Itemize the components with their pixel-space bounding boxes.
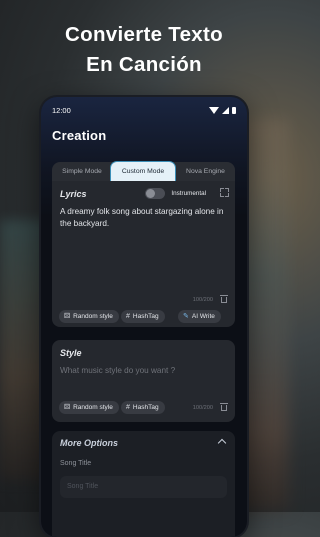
hashtag-label: HashTag bbox=[132, 313, 159, 320]
status-bar: 12:00 bbox=[52, 106, 236, 118]
tab-nova-engine[interactable]: Nova Engine bbox=[176, 162, 235, 182]
random-style-button[interactable]: ⚄ Random style bbox=[59, 401, 119, 414]
more-options-card: More Options Song Title Song Title bbox=[52, 431, 235, 537]
dice-icon: ⚄ bbox=[64, 404, 71, 411]
ai-write-icon: ✎ bbox=[183, 313, 189, 320]
random-style-button[interactable]: ⚄ Random style bbox=[59, 310, 119, 323]
ai-write-label: AI Write bbox=[191, 313, 215, 320]
hashtag-button[interactable]: # HashTag bbox=[121, 401, 165, 414]
instrumental-label: Instrumental bbox=[171, 190, 206, 197]
hashtag-button[interactable]: # HashTag bbox=[121, 310, 165, 323]
status-icons bbox=[209, 107, 236, 114]
hashtag-label: HashTag bbox=[132, 404, 159, 411]
promo-headline: Convierte Texto En Canción bbox=[0, 20, 288, 80]
lyrics-char-counter: 100/200 bbox=[192, 297, 213, 303]
headline-line-2: En Canción bbox=[86, 53, 202, 76]
page-title: Creation bbox=[52, 128, 107, 143]
dice-icon: ⚄ bbox=[64, 313, 71, 320]
style-card: Style What music style do you want ? 100… bbox=[52, 340, 235, 422]
more-options-title[interactable]: More Options bbox=[60, 438, 118, 448]
expand-icon[interactable] bbox=[220, 188, 229, 197]
signal-icon bbox=[222, 107, 229, 114]
style-input[interactable]: What music style do you want ? bbox=[60, 366, 175, 375]
random-style-label: Random style bbox=[73, 313, 113, 320]
style-char-counter: 100/200 bbox=[192, 405, 213, 411]
mode-tabs: Simple Mode Nova Engine Custom Mode bbox=[52, 161, 235, 183]
toggle-knob bbox=[146, 189, 155, 198]
song-title-input[interactable]: Song Title bbox=[60, 476, 227, 498]
battery-icon bbox=[232, 107, 236, 114]
hashtag-icon: # bbox=[126, 313, 130, 320]
phone-screen: 12:00 Creation Simple Mode Nova Engine C… bbox=[41, 97, 247, 537]
ai-write-button[interactable]: ✎ AI Write bbox=[178, 310, 221, 323]
headline-line-1: Convierte Texto bbox=[65, 23, 223, 46]
style-label: Style bbox=[60, 348, 82, 358]
song-title-label: Song Title bbox=[60, 460, 92, 467]
wifi-icon bbox=[209, 107, 219, 114]
lyrics-label: Lyrics bbox=[60, 189, 87, 199]
lyrics-card: Lyrics Instrumental A dreamy folk song a… bbox=[52, 181, 235, 327]
hashtag-icon: # bbox=[126, 404, 130, 411]
lyrics-input[interactable]: A dreamy folk song about stargazing alon… bbox=[60, 206, 225, 230]
tab-simple-mode[interactable]: Simple Mode bbox=[52, 162, 112, 182]
instrumental-toggle[interactable] bbox=[145, 188, 165, 199]
random-style-label: Random style bbox=[73, 404, 113, 411]
status-time: 12:00 bbox=[52, 106, 71, 115]
tab-custom-mode[interactable]: Custom Mode bbox=[110, 161, 176, 183]
trash-icon[interactable] bbox=[220, 403, 228, 411]
trash-icon[interactable] bbox=[220, 295, 228, 303]
chevron-up-icon[interactable] bbox=[217, 438, 227, 448]
